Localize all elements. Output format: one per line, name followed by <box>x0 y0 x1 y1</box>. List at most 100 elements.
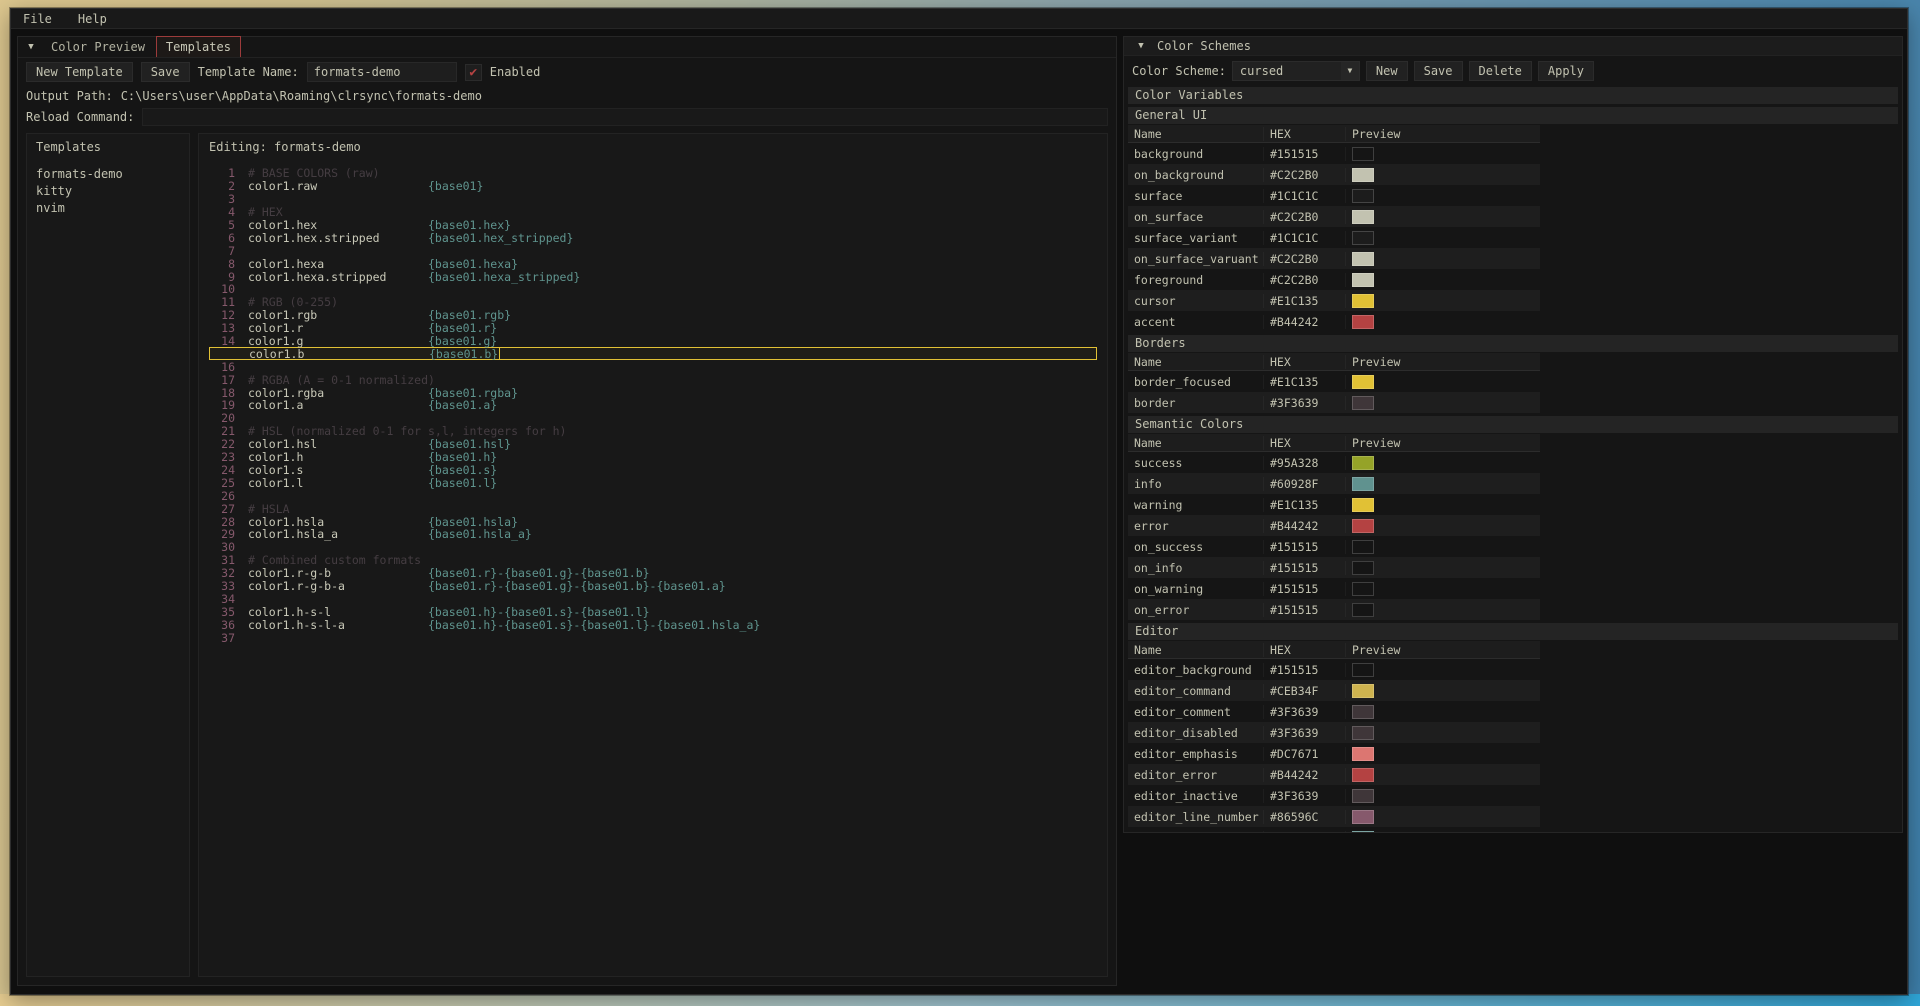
list-item-template[interactable]: kitty <box>36 183 180 200</box>
editor-line[interactable]: 33color1.r-g-b-a{base01.r}-{base01.g}-{b… <box>209 580 1097 593</box>
editor-line[interactable]: 4# HEX <box>209 206 1097 219</box>
editor-line[interactable]: 26 <box>209 489 1097 502</box>
editor-line[interactable]: 29color1.hsla_a{base01.hsla_a} <box>209 528 1097 541</box>
list-item-template[interactable]: nvim <box>36 200 180 217</box>
table-row[interactable]: editor_inactive#3F3639 <box>1128 785 1540 806</box>
table-row[interactable]: on_surface_varuant#C2C2B0 <box>1128 248 1540 269</box>
editor-line[interactable]: 20 <box>209 412 1097 425</box>
table-row[interactable]: editor_link#60928F <box>1128 827 1540 833</box>
editor-line[interactable]: 37 <box>209 631 1097 644</box>
table-row[interactable]: error#B44242 <box>1128 515 1540 536</box>
table-row[interactable]: on_error#151515 <box>1128 599 1540 620</box>
list-item-template[interactable]: formats-demo <box>36 166 180 183</box>
table-row[interactable]: background#151515 <box>1128 143 1540 164</box>
variable-preview-cell <box>1346 477 1540 491</box>
tab-templates[interactable]: Templates <box>156 36 241 57</box>
editor-line[interactable]: 10 <box>209 283 1097 296</box>
enabled-checkbox[interactable]: ✔ <box>465 64 482 81</box>
editor-line[interactable]: 2color1.raw{base01} <box>209 180 1097 193</box>
menu-item-file[interactable]: File <box>23 12 52 26</box>
save-template-button[interactable]: Save <box>141 62 190 82</box>
menu-item-help[interactable]: Help <box>78 12 107 26</box>
editor-line[interactable]: 14color1.g{base01.g} <box>209 335 1097 348</box>
editor-line[interactable]: 30 <box>209 541 1097 554</box>
table-row[interactable]: accent#B44242 <box>1128 311 1540 332</box>
variable-name: editor_comment <box>1128 705 1264 719</box>
editor-line[interactable]: 5color1.hex{base01.hex} <box>209 219 1097 232</box>
editor-line[interactable]: 24color1.s{base01.s} <box>209 463 1097 476</box>
section-header-general-ui[interactable]: General UI <box>1128 107 1898 124</box>
table-row[interactable]: editor_command#CEB34F <box>1128 680 1540 701</box>
new-scheme-button[interactable]: New <box>1366 61 1408 81</box>
editor-line[interactable]: 8color1.hexa{base01.hexa} <box>209 257 1097 270</box>
editor-line[interactable]: 25color1.l{base01.l} <box>209 476 1097 489</box>
editor-line[interactable]: 23color1.h{base01.h} <box>209 451 1097 464</box>
editor-line[interactable]: 31# Combined custom formats <box>209 554 1097 567</box>
table-row[interactable]: surface#1C1C1C <box>1128 185 1540 206</box>
token-name: color1.l <box>248 476 428 490</box>
section-header-editor[interactable]: Editor <box>1128 623 1898 640</box>
editor-line[interactable]: 12color1.rgb{base01.rgb} <box>209 309 1097 322</box>
save-scheme-button[interactable]: Save <box>1414 61 1463 81</box>
line-number: 10 <box>209 282 235 296</box>
delete-scheme-button[interactable]: Delete <box>1469 61 1532 81</box>
section-header-semantic-colors[interactable]: Semantic Colors <box>1128 416 1898 433</box>
table-row[interactable]: surface_variant#1C1C1C <box>1128 227 1540 248</box>
table-row[interactable]: cursor#E1C135 <box>1128 290 1540 311</box>
reload-command-input[interactable] <box>142 108 1108 126</box>
color-scheme-select[interactable]: cursed ▼ <box>1232 61 1360 81</box>
table-row[interactable]: on_background#C2C2B0 <box>1128 164 1540 185</box>
editor-line[interactable]: 27# HSLA <box>209 502 1097 515</box>
column-header-hex: HEX <box>1264 436 1346 450</box>
editor-line[interactable]: 1# BASE COLORS (raw) <box>209 167 1097 180</box>
section-header-borders[interactable]: Borders <box>1128 335 1898 352</box>
collapse-arrow-icon[interactable]: ▼ <box>1132 36 1150 56</box>
table-row[interactable]: editor_comment#3F3639 <box>1128 701 1540 722</box>
table-row[interactable]: info#60928F <box>1128 473 1540 494</box>
tab-color-preview[interactable]: Color Preview <box>42 37 154 57</box>
editor-line[interactable]: 13color1.r{base01.r} <box>209 322 1097 335</box>
table-row[interactable]: on_info#151515 <box>1128 557 1540 578</box>
editor-code[interactable]: 1# BASE COLORS (raw)2color1.raw{base01}3… <box>209 167 1097 644</box>
editor-line[interactable]: 11# RGB (0-255) <box>209 296 1097 309</box>
table-row[interactable]: on_surface#C2C2B0 <box>1128 206 1540 227</box>
editor-line[interactable]: 9color1.hexa.stripped{base01.hexa_stripp… <box>209 270 1097 283</box>
output-path-value[interactable]: C:\Users\user\AppData\Roaming\clrsync\fo… <box>121 89 482 103</box>
editor-line[interactable]: color1.b{base01.b} <box>209 347 1097 360</box>
table-row[interactable]: editor_disabled#3F3639 <box>1128 722 1540 743</box>
variable-name: border_focused <box>1128 375 1264 389</box>
collapse-arrow-icon[interactable]: ▼ <box>22 37 40 57</box>
editor-line[interactable]: 35color1.h-s-l{base01.h}-{base01.s}-{bas… <box>209 605 1097 618</box>
editor-line[interactable]: 18color1.rgba{base01.rgba} <box>209 386 1097 399</box>
editor-line[interactable]: 28color1.hsla{base01.hsla} <box>209 515 1097 528</box>
editor-line[interactable]: 36color1.h-s-l-a{base01.h}-{base01.s}-{b… <box>209 618 1097 631</box>
editor-line[interactable]: 7 <box>209 244 1097 257</box>
editor-line[interactable]: 34 <box>209 592 1097 605</box>
table-row[interactable]: on_success#151515 <box>1128 536 1540 557</box>
editor-line[interactable]: 22color1.hsl{base01.hsl} <box>209 438 1097 451</box>
editor-line[interactable]: 3 <box>209 193 1097 206</box>
line-number: 25 <box>209 476 235 490</box>
editor-line[interactable]: 17# RGBA (A = 0-1 normalized) <box>209 373 1097 386</box>
table-row[interactable]: foreground#C2C2B0 <box>1128 269 1540 290</box>
editor-line[interactable]: 6color1.hex.stripped{base01.hex_stripped… <box>209 231 1097 244</box>
table-row[interactable]: editor_error#B44242 <box>1128 764 1540 785</box>
template-name-input[interactable] <box>307 62 457 82</box>
table-row[interactable]: success#95A328 <box>1128 452 1540 473</box>
color-variables-header[interactable]: Color Variables <box>1128 87 1898 104</box>
apply-scheme-button[interactable]: Apply <box>1538 61 1594 81</box>
editor-line[interactable]: 16 <box>209 360 1097 373</box>
editor-line[interactable]: 32color1.r-g-b{base01.r}-{base01.g}-{bas… <box>209 567 1097 580</box>
new-template-button[interactable]: New Template <box>26 62 133 82</box>
table-row[interactable]: border_focused#E1C135 <box>1128 371 1540 392</box>
editor-line[interactable]: 19color1.a{base01.a} <box>209 399 1097 412</box>
editor-line[interactable]: 21# HSL (normalized 0-1 for s,l, integer… <box>209 425 1097 438</box>
table-row[interactable]: warning#E1C135 <box>1128 494 1540 515</box>
table-row[interactable]: editor_line_number#86596C <box>1128 806 1540 827</box>
table-row[interactable]: border#3F3639 <box>1128 392 1540 413</box>
table-row[interactable]: editor_emphasis#DC7671 <box>1128 743 1540 764</box>
table-row[interactable]: editor_background#151515 <box>1128 659 1540 680</box>
variable-hex: #60928F <box>1264 831 1346 834</box>
variable-hex: #E1C135 <box>1264 498 1346 512</box>
table-row[interactable]: on_warning#151515 <box>1128 578 1540 599</box>
